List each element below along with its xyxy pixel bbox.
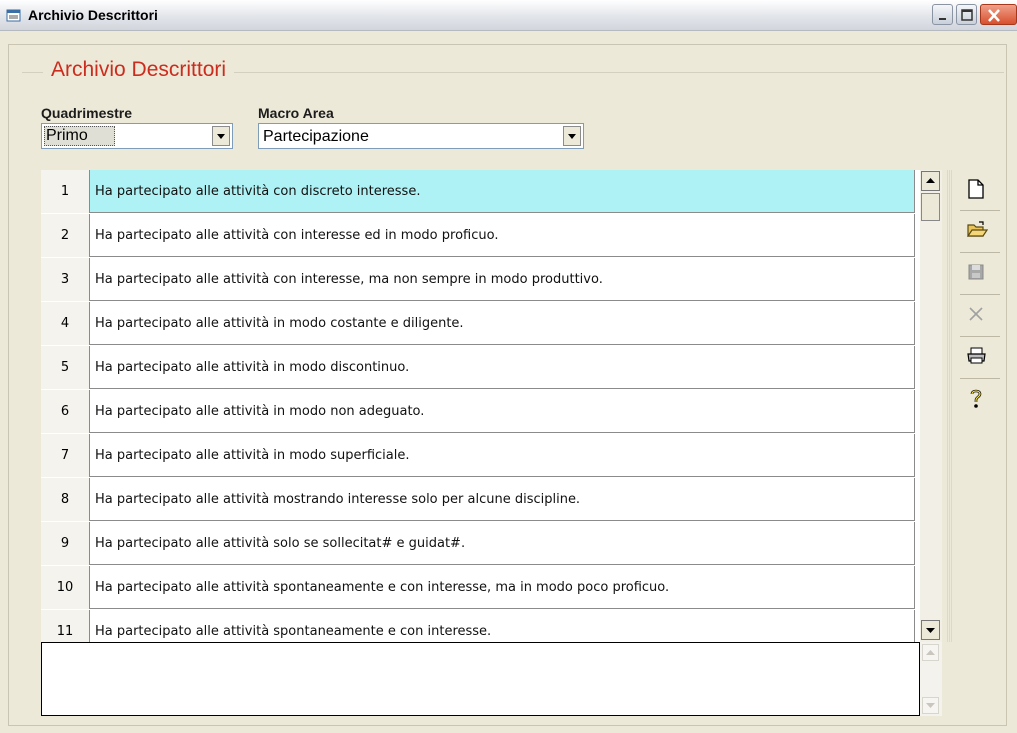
arrow-up-icon [926, 650, 935, 655]
macro-area-label: Macro Area [258, 105, 334, 121]
toolbar-separator [960, 294, 1000, 295]
macro-area-dropdown-button[interactable] [563, 126, 581, 146]
row-number: 2 [41, 214, 90, 257]
table-row[interactable]: 3 Ha partecipato alle attività con inter… [41, 258, 915, 302]
grid-scrollbar[interactable] [920, 170, 942, 642]
save-icon [968, 264, 984, 280]
chevron-down-icon [568, 134, 576, 139]
open-button[interactable] [956, 212, 1000, 252]
app-window-icon [6, 9, 21, 22]
scroll-up-button[interactable] [921, 171, 940, 191]
table-row[interactable]: 1 Ha partecipato alle attività con discr… [41, 170, 915, 214]
title-bar: Archivio Descrittori [0, 0, 1017, 31]
minimize-icon [939, 18, 946, 20]
new-button[interactable] [956, 170, 1000, 210]
arrow-down-icon [926, 628, 935, 633]
row-text[interactable]: Ha partecipato alle attività con interes… [90, 258, 915, 301]
arrow-up-icon [926, 178, 935, 183]
delete-icon [969, 307, 983, 321]
row-number: 1 [41, 170, 90, 213]
delete-button[interactable] [956, 296, 1000, 336]
row-number: 6 [41, 390, 90, 433]
table-row[interactable]: 4 Ha partecipato alle attività in modo c… [41, 302, 915, 346]
macro-area-select[interactable]: Partecipazione [258, 123, 584, 149]
table-row[interactable]: 9 Ha partecipato alle attività solo se s… [41, 522, 915, 566]
row-text[interactable]: Ha partecipato alle attività con discret… [90, 170, 915, 213]
quadrimestre-label: Quadrimestre [41, 105, 133, 121]
row-number: 5 [41, 346, 90, 389]
table-row[interactable]: 8 Ha partecipato alle attività mostrando… [41, 478, 915, 522]
row-text[interactable]: Ha partecipato alle attività solo se sol… [90, 522, 915, 565]
row-number: 9 [41, 522, 90, 565]
row-text[interactable]: Ha partecipato alle attività spontaneame… [90, 566, 915, 609]
toolbar-separator [960, 378, 1000, 379]
row-text[interactable]: Ha partecipato alle attività mostrando i… [90, 478, 915, 521]
row-number: 8 [41, 478, 90, 521]
table-row[interactable]: 7 Ha partecipato alle attività in modo s… [41, 434, 915, 478]
memo-scroll-down-button[interactable] [922, 697, 939, 714]
memo-scroll-up-button[interactable] [922, 644, 939, 661]
scroll-down-button[interactable] [921, 620, 940, 640]
open-folder-icon [966, 221, 988, 237]
window-title: Archivio Descrittori [28, 7, 158, 23]
row-text[interactable]: Ha partecipato alle attività spontaneame… [90, 610, 915, 642]
group-title: Archivio Descrittori [43, 58, 235, 82]
row-text[interactable]: Ha partecipato alle attività in modo non… [90, 390, 915, 433]
scroll-thumb[interactable] [921, 193, 940, 221]
row-number: 7 [41, 434, 90, 477]
table-row[interactable]: 2 Ha partecipato alle attività con inter… [41, 214, 915, 258]
descriptor-memo[interactable] [41, 642, 920, 716]
quadrimestre-select[interactable]: Primo [41, 123, 233, 149]
memo-scrollbar[interactable] [920, 642, 942, 716]
row-text[interactable]: Ha partecipato alle attività con interes… [90, 214, 915, 257]
side-toolbar [950, 170, 1006, 410]
quadrimestre-dropdown-button[interactable] [212, 126, 230, 146]
help-button[interactable] [956, 380, 1000, 420]
close-button[interactable] [980, 4, 1017, 25]
chevron-down-icon [217, 134, 225, 139]
toolbar-separator [960, 336, 1000, 337]
table-row[interactable]: 6 Ha partecipato alle attività in modo n… [41, 390, 915, 434]
quadrimestre-value: Primo [44, 126, 115, 146]
row-text[interactable]: Ha partecipato alle attività in modo cos… [90, 302, 915, 345]
descriptor-grid[interactable]: 1 Ha partecipato alle attività con discr… [41, 170, 920, 642]
close-icon [988, 9, 1000, 22]
macro-area-value: Partecipazione [263, 128, 369, 145]
arrow-down-icon [926, 703, 935, 708]
row-text[interactable]: Ha partecipato alle attività in modo dis… [90, 346, 915, 389]
print-button[interactable] [956, 338, 1000, 378]
row-number: 3 [41, 258, 90, 301]
toolbar-separator [960, 252, 1000, 253]
row-number: 10 [41, 566, 90, 609]
new-document-icon [968, 179, 984, 199]
table-row[interactable]: 5 Ha partecipato alle attività in modo d… [41, 346, 915, 390]
help-icon [970, 389, 982, 408]
toolbar-separator [960, 210, 1000, 211]
table-row[interactable]: 11 Ha partecipato alle attività spontane… [41, 610, 915, 642]
row-text[interactable]: Ha partecipato alle attività in modo sup… [90, 434, 915, 477]
table-row[interactable]: 10 Ha partecipato alle attività spontane… [41, 566, 915, 610]
save-button[interactable] [956, 254, 1000, 294]
row-number: 11 [41, 610, 90, 642]
row-number: 4 [41, 302, 90, 345]
minimize-button[interactable] [932, 4, 953, 25]
maximize-icon [961, 9, 973, 21]
print-icon [967, 347, 986, 364]
maximize-button[interactable] [956, 4, 977, 25]
